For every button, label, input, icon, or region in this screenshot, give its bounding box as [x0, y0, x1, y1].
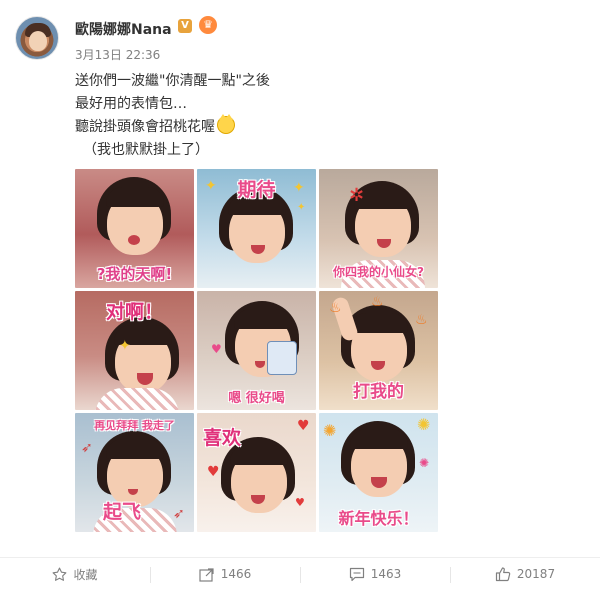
image-caption: 你四我的小仙女? [333, 265, 424, 279]
sparkle-icon: ✦ [297, 202, 306, 213]
avatar-face [29, 31, 47, 51]
post-text-line: 聽說掛頭像會招桃花喔 [75, 114, 270, 139]
girl-bangs [350, 313, 408, 333]
favorite-label: 收藏 [73, 567, 98, 582]
action-bar: 收藏 1466 1463 20187 [0, 558, 600, 590]
firework-icon: ✺ [323, 421, 337, 440]
thumbs-up-icon [495, 566, 511, 582]
heart-icon: ♥ [297, 418, 310, 434]
username-link[interactable]: 歐陽娜娜Nana [75, 19, 172, 39]
image-thumbnail-8[interactable]: ♥ ♥ ♥ 喜欢 [197, 413, 316, 532]
heart-icon: ♥ [211, 342, 222, 356]
image-thumbnail-6[interactable]: ♨ ♨ ♨ 打我的 [319, 291, 438, 410]
image-caption: 喜欢 [203, 427, 242, 449]
heart-icon: ♥ [207, 464, 220, 480]
angry-mark-icon: ✲ [349, 185, 365, 206]
image-thumbnail-9[interactable]: ✺ ✺ ✺ 新年快乐！ [319, 413, 438, 532]
firework-icon: ✺ [419, 456, 430, 470]
repost-button[interactable]: 1466 [150, 558, 300, 590]
image-caption: ?我的天啊! [96, 265, 173, 283]
image-caption: 打我的 [353, 382, 404, 402]
image-thumbnail-2[interactable]: ✦ ✦ ✦ 期待 [197, 169, 316, 288]
image-thumbnail-1[interactable]: ?我的天啊! [75, 169, 194, 288]
image-thumbnail-7[interactable]: ➶ ➶ 再见拜拜 我走了 起飞 [75, 413, 194, 532]
like-count: 20187 [516, 567, 556, 581]
post-text-line: （我也默默掛上了） [83, 142, 209, 158]
post-text-line-content: 聽說掛頭像會招桃花喔 [75, 119, 215, 135]
comment-count: 1463 [370, 567, 402, 581]
favorite-button[interactable]: 收藏 [0, 558, 150, 590]
rocket-icon: ➶ [81, 440, 93, 456]
weibo-post-card: 歐陽娜娜Nana V ♛ 3月13日 22:36 送你們一波繼"你清醒一點"之後… [0, 0, 600, 590]
like-button[interactable]: 20187 [450, 558, 600, 590]
cat-face-emoji-icon [217, 114, 235, 134]
fire-icon: ♨ [371, 294, 384, 310]
girl-bangs [350, 429, 408, 449]
girl-bangs [106, 187, 164, 207]
post-text-line: 送你們一波繼"你清醒一點"之後 [75, 73, 270, 89]
image-caption: 新年快乐！ [338, 509, 419, 528]
drink-carton [267, 341, 297, 375]
firework-icon: ✺ [417, 415, 431, 434]
comment-button[interactable]: 1463 [300, 558, 450, 590]
image-thumbnail-3[interactable]: ✲ 你四我的小仙女? [319, 169, 438, 288]
user-avatar[interactable] [15, 16, 59, 60]
image-caption: 再见拜拜 我走了 [94, 419, 175, 432]
image-grid: ?我的天啊! ✦ ✦ ✦ 期待 ✲ 你四我的小仙女? ✦ 对啊！ ♥ 嗯 很好喝… [75, 169, 439, 533]
image-caption-secondary: 起飞 [103, 501, 142, 523]
verified-badge-icon: V [178, 19, 192, 33]
rocket-icon: ➶ [173, 506, 185, 522]
image-caption: 嗯 很好喝 [228, 391, 285, 406]
heart-icon: ♥ [295, 496, 305, 509]
post-timestamp[interactable]: 3月13日 22:36 [75, 46, 160, 63]
share-arrow-icon [199, 567, 215, 582]
image-caption: 对啊！ [105, 301, 163, 323]
image-thumbnail-5[interactable]: ♥ 嗯 很好喝 [197, 291, 316, 410]
girl-mouth [128, 235, 140, 245]
girl-bangs [234, 309, 292, 329]
fire-icon: ♨ [329, 300, 342, 316]
repost-count: 1466 [220, 567, 252, 581]
star-outline-icon [52, 567, 67, 582]
sparkle-icon: ✦ [119, 338, 131, 354]
image-thumbnail-4[interactable]: ✦ 对啊！ [75, 291, 194, 410]
crown-badge-icon: ♛ [199, 16, 217, 34]
comment-bubble-icon [349, 567, 365, 582]
fire-icon: ♨ [415, 312, 428, 328]
image-caption: 期待 [237, 179, 276, 201]
post-text: 送你們一波繼"你清醒一點"之後 最好用的表情包… 聽說掛頭像會招桃花喔 （我也默… [75, 70, 270, 162]
girl-bangs [106, 439, 164, 459]
post-text-line: 最好用的表情包… [75, 96, 187, 112]
